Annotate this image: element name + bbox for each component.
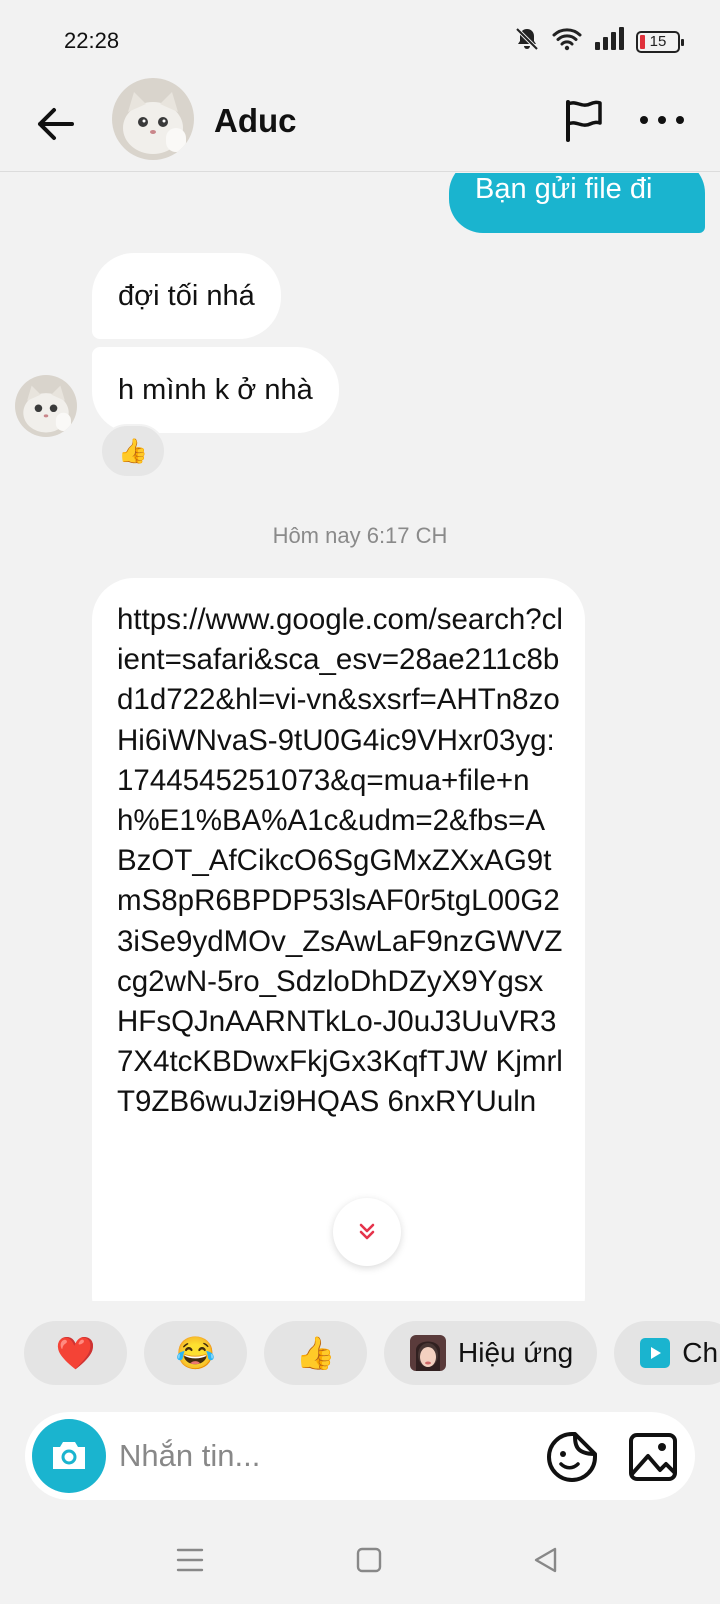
more-chip-label: Ch	[682, 1337, 719, 1368]
play-icon	[640, 1338, 671, 1368]
effects-button[interactable]: Hiệu ứng	[384, 1321, 598, 1385]
battery-low-icon: 15	[636, 30, 684, 53]
quick-reaction-bar: ❤️ 😂 👍 Hiệu ứng Ch	[24, 1321, 720, 1387]
message-input[interactable]	[119, 1430, 499, 1482]
status-icons: 15	[514, 26, 684, 57]
message-list[interactable]: Bạn gửi file đi đợi tối nhá h mình k ở n…	[0, 173, 720, 1301]
double-chevron-down-icon	[359, 1223, 375, 1240]
mute-bell-icon	[514, 26, 540, 57]
incoming-message[interactable]: đợi tối nhá	[92, 253, 281, 339]
sticker-icon	[547, 1432, 597, 1482]
link-message[interactable]: https://www.google.com/search?client=saf…	[92, 578, 585, 1301]
date-separator: Hôm nay 6:17 CH	[272, 523, 448, 548]
status-bar: 22:28 15	[0, 0, 720, 76]
status-time: 22:28	[64, 28, 120, 53]
contact-avatar[interactable]	[112, 78, 194, 160]
quick-reaction-heart[interactable]: ❤️	[24, 1321, 127, 1385]
contact-name[interactable]: Aduc	[214, 102, 297, 140]
more-chip-button[interactable]: Ch	[614, 1321, 720, 1385]
incoming-message[interactable]: h mình k ở nhà	[92, 347, 339, 433]
effects-label: Hiệu ứng	[458, 1337, 574, 1368]
outgoing-message[interactable]: Bạn gửi file đi	[449, 173, 705, 233]
signal-icon	[594, 27, 624, 56]
system-back-button[interactable]	[524, 1538, 568, 1582]
scroll-to-bottom-button[interactable]	[333, 1198, 401, 1266]
message-reaction[interactable]: 👍	[100, 424, 166, 478]
quick-reaction-laugh[interactable]: 😂	[144, 1321, 247, 1385]
back-button[interactable]	[30, 98, 82, 150]
camera-icon	[53, 1442, 85, 1469]
effect-thumbnail	[410, 1335, 446, 1371]
battery-level: 15	[649, 33, 667, 50]
camera-button[interactable]	[32, 1419, 106, 1493]
wifi-icon	[552, 27, 582, 56]
gallery-button[interactable]	[626, 1430, 680, 1484]
more-options-button[interactable]	[638, 96, 686, 144]
quick-reaction-thumbs-up[interactable]: 👍	[264, 1321, 367, 1385]
home-button[interactable]	[347, 1538, 391, 1582]
back-arrow-icon	[38, 108, 74, 140]
sticker-button[interactable]	[545, 1430, 599, 1484]
chat-header: Aduc	[0, 76, 720, 172]
message-composer	[25, 1412, 695, 1500]
home-square-icon	[356, 1547, 382, 1573]
message-text: đợi tối nhá	[118, 279, 255, 312]
more-icon	[640, 116, 684, 124]
menu-icon	[176, 1548, 204, 1572]
report-button[interactable]	[560, 96, 608, 144]
message-text: h mình k ở nhà	[118, 373, 313, 406]
image-icon	[629, 1433, 677, 1481]
back-triangle-icon	[534, 1547, 557, 1573]
recent-apps-button[interactable]	[168, 1538, 212, 1582]
link-text[interactable]: https://www.google.com/search?client=saf…	[117, 603, 563, 1118]
system-nav-bar	[0, 1530, 720, 1590]
sender-avatar[interactable]	[15, 375, 77, 437]
flag-icon	[566, 100, 602, 142]
